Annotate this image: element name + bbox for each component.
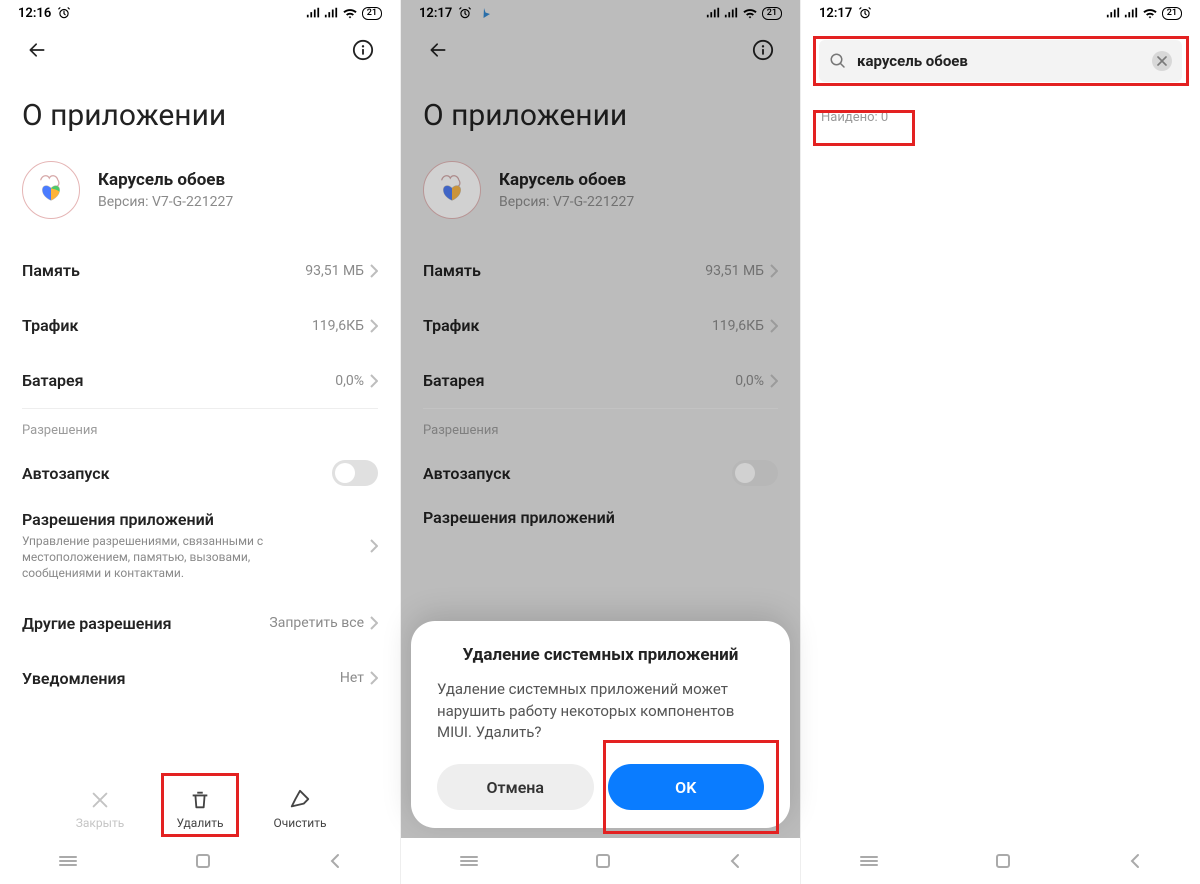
chevron-right-icon xyxy=(370,319,378,333)
status-time: 12:17 xyxy=(819,6,852,21)
signal-icon xyxy=(1106,7,1120,19)
autostart-toggle[interactable] xyxy=(332,460,378,486)
row-label: Память xyxy=(22,261,80,280)
back-button[interactable] xyxy=(22,35,52,65)
row-battery[interactable]: Батарея 0,0% xyxy=(0,353,400,408)
row-notifications[interactable]: Уведомления Нет xyxy=(0,651,400,694)
broom-icon xyxy=(288,788,312,812)
nav-back-icon[interactable] xyxy=(328,853,342,869)
row-label: Батарея xyxy=(22,371,84,390)
row-value: Нет xyxy=(340,670,364,686)
row-value: 119,6КБ xyxy=(312,318,364,334)
app-version: Версия: V7-G-221227 xyxy=(98,194,233,210)
bottom-action-bar: Закрыть Удалить Очистить xyxy=(0,778,400,838)
page-title: О приложении xyxy=(0,74,400,161)
row-traffic[interactable]: Трафик 119,6КБ xyxy=(0,298,400,353)
trash-icon xyxy=(188,788,212,812)
row-label: Другие разрешения xyxy=(22,614,172,633)
clear-search-button[interactable] xyxy=(1152,51,1172,71)
cancel-button[interactable]: Отмена xyxy=(437,764,594,810)
signal-icon xyxy=(306,7,320,19)
row-label: Уведомления xyxy=(22,669,125,688)
row-label: Разрешения приложений xyxy=(22,510,322,529)
search-input[interactable]: карусель обоев xyxy=(819,40,1182,82)
nav-home-icon[interactable] xyxy=(195,853,211,869)
row-label: Трафик xyxy=(22,316,78,335)
dialog-body: Удаление системных приложений может нару… xyxy=(437,679,764,744)
status-bar: 12:17 21 xyxy=(801,0,1200,26)
row-other-permissions[interactable]: Другие разрешения Запретить все xyxy=(0,596,400,651)
nav-back-icon[interactable] xyxy=(728,853,742,869)
nav-home-icon[interactable] xyxy=(995,853,1011,869)
nav-recents-icon[interactable] xyxy=(859,854,879,868)
search-text: карусель обоев xyxy=(857,52,1142,70)
row-value: 0,0% xyxy=(335,373,364,389)
chevron-right-icon xyxy=(370,374,378,388)
screen-delete-dialog: 12:17 21 О приложении xyxy=(400,0,800,884)
action-label: Удалить xyxy=(177,816,224,830)
chevron-right-icon xyxy=(370,616,378,630)
status-bar: 12:16 21 xyxy=(0,0,400,26)
row-description: Управление разрешениями, связанными с ме… xyxy=(22,533,322,582)
search-icon xyxy=(829,52,847,70)
section-permissions: Разрешения xyxy=(0,409,400,442)
action-label: Очистить xyxy=(274,816,327,830)
nav-recents-icon[interactable] xyxy=(459,854,479,868)
nav-home-icon[interactable] xyxy=(595,853,611,869)
app-bar xyxy=(0,26,400,74)
status-time: 12:16 xyxy=(18,6,51,21)
signal-icon xyxy=(324,7,338,19)
alarm-icon xyxy=(858,6,872,20)
alarm-icon xyxy=(57,6,71,20)
chevron-right-icon xyxy=(370,539,378,553)
chevron-right-icon xyxy=(370,671,378,685)
nav-bar xyxy=(401,838,800,884)
row-value: Запретить все xyxy=(269,615,364,631)
clear-action[interactable]: Очистить xyxy=(265,788,335,830)
nav-bar xyxy=(0,838,400,884)
delete-action[interactable]: Удалить xyxy=(165,788,235,830)
info-button[interactable] xyxy=(348,35,378,65)
signal-icon xyxy=(1124,7,1138,19)
app-icon xyxy=(22,161,80,219)
button-label: Отмена xyxy=(487,778,544,797)
wifi-icon xyxy=(342,7,358,19)
nav-back-icon[interactable] xyxy=(1128,853,1142,869)
row-app-permissions[interactable]: Разрешения приложений Управление разреше… xyxy=(0,504,400,596)
row-autostart[interactable]: Автозапуск xyxy=(0,442,400,504)
confirm-dialog: Удаление системных приложений Удаление с… xyxy=(411,621,790,828)
app-name: Карусель обоев xyxy=(98,170,233,190)
chevron-right-icon xyxy=(370,264,378,278)
ok-button[interactable]: OK xyxy=(608,764,765,810)
app-header: Карусель обоев Версия: V7-G-221227 xyxy=(0,161,400,243)
button-label: OK xyxy=(675,778,696,797)
dialog-title: Удаление системных приложений xyxy=(437,645,764,665)
close-action[interactable]: Закрыть xyxy=(65,788,135,830)
row-value: 93,51 МБ xyxy=(305,263,364,279)
row-label: Автозапуск xyxy=(22,464,110,483)
nav-bar xyxy=(801,838,1200,884)
screen-app-info: 12:16 21 О приложении xyxy=(0,0,400,884)
nav-recents-icon[interactable] xyxy=(58,854,78,868)
wifi-icon xyxy=(1142,7,1158,19)
close-icon xyxy=(88,788,112,812)
battery-indicator: 21 xyxy=(362,7,382,20)
search-result-count: Найдено: 0 xyxy=(801,82,908,125)
action-label: Закрыть xyxy=(76,816,124,830)
row-memory[interactable]: Память 93,51 МБ xyxy=(0,243,400,298)
battery-indicator: 21 xyxy=(1162,7,1182,20)
screen-search: 12:17 21 карусель обоев Найдено: 0 xyxy=(800,0,1200,884)
